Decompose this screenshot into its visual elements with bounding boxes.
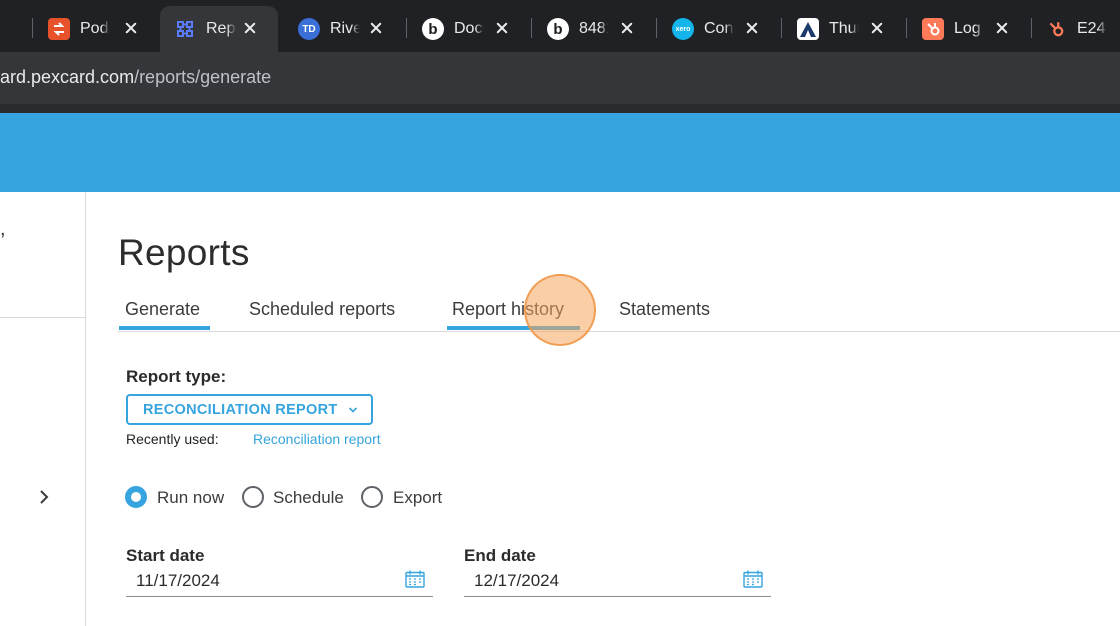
- close-tab-icon[interactable]: [240, 18, 260, 38]
- tab-title: 8481: [579, 20, 609, 37]
- td-favicon-icon: TD: [298, 18, 320, 40]
- app-header: [0, 113, 1120, 192]
- tab-statements[interactable]: Statements: [619, 299, 710, 320]
- browser-tab-8481[interactable]: b 8481: [533, 6, 655, 52]
- sidebar: ,: [0, 192, 86, 626]
- tab-title: Cont: [704, 20, 734, 37]
- hubspot-favicon-icon: [922, 18, 944, 40]
- chevron-down-icon: [348, 406, 357, 413]
- end-date-label: End date: [464, 546, 536, 565]
- end-date-field[interactable]: 12/17/2024: [464, 568, 771, 597]
- tab-separator: [781, 18, 782, 38]
- close-tab-icon[interactable]: [366, 18, 386, 38]
- export-radio[interactable]: [361, 486, 383, 508]
- close-tab-icon[interactable]: [742, 18, 762, 38]
- tab-title: Docu: [454, 20, 484, 37]
- url-host: ard.pexcard.com: [0, 67, 135, 87]
- b-favicon-icon: b: [547, 18, 569, 40]
- close-tab-icon[interactable]: [121, 18, 141, 38]
- tab-generate[interactable]: Generate: [125, 299, 200, 320]
- active-tab-underline: [119, 326, 210, 330]
- tab-separator: [32, 18, 33, 38]
- start-date-label: Start date: [126, 546, 205, 565]
- browser-tab-docu[interactable]: b Docu: [408, 6, 530, 52]
- browser-tab-login[interactable]: Log i: [908, 6, 1030, 52]
- tab-title: Repo: [206, 20, 236, 37]
- tab-separator: [1031, 18, 1032, 38]
- b-favicon-icon: b: [422, 18, 444, 40]
- report-type-value: RECONCILIATION REPORT: [143, 401, 338, 418]
- close-tab-icon[interactable]: [492, 18, 512, 38]
- sidebar-text-fragment: ,: [0, 218, 6, 240]
- tab-separator: [531, 18, 532, 38]
- schedule-radio[interactable]: [242, 486, 264, 508]
- recently-used-label: Recently used:: [126, 431, 219, 447]
- run-now-label[interactable]: Run now: [157, 488, 224, 508]
- browser-tab-river[interactable]: TD River: [284, 6, 404, 52]
- calendar-icon[interactable]: [743, 570, 763, 588]
- close-tab-icon[interactable]: [867, 18, 887, 38]
- hubspot-favicon-icon: [1045, 18, 1067, 40]
- browser-tab-strip: Pod Repo TD River b Docu b 8481 xero Con…: [0, 0, 1120, 52]
- browser-tab-thur[interactable]: Thur: [783, 6, 905, 52]
- tab-title: Log i: [954, 20, 984, 37]
- reports-tabs: Generate Scheduled reports Report histor…: [118, 290, 1120, 332]
- tab-title: Thur: [829, 20, 859, 37]
- export-label[interactable]: Export: [393, 488, 442, 508]
- report-type-label: Report type:: [126, 367, 227, 386]
- schedule-label[interactable]: Schedule: [273, 488, 344, 508]
- sidebar-divider: [0, 317, 86, 318]
- close-tab-icon[interactable]: [992, 18, 1012, 38]
- chevron-right-icon[interactable]: [36, 489, 52, 505]
- page-title: Reports: [118, 232, 250, 273]
- report-type-select[interactable]: RECONCILIATION REPORT: [126, 394, 373, 425]
- bookmarks-strip: [0, 104, 1120, 113]
- address-bar[interactable]: ard.pexcard.com/reports/generate: [0, 52, 1120, 104]
- tab-title: River: [330, 20, 360, 37]
- recently-used-link[interactable]: Reconciliation report: [253, 431, 381, 447]
- run-now-radio[interactable]: [125, 486, 147, 508]
- click-highlight: [524, 274, 596, 346]
- calendar-icon[interactable]: [405, 570, 425, 588]
- tab-separator: [406, 18, 407, 38]
- tab-scheduled-reports[interactable]: Scheduled reports: [249, 299, 395, 320]
- browser-tab-cont[interactable]: xero Cont: [658, 6, 780, 52]
- mountain-favicon-icon: [797, 18, 819, 40]
- url-path: /reports/generate: [134, 67, 272, 87]
- reports-favicon-icon: [174, 18, 196, 40]
- start-date-field[interactable]: 11/17/2024: [126, 568, 433, 597]
- tab-separator: [906, 18, 907, 38]
- pod-favicon-icon: [48, 18, 70, 40]
- end-date-value: 12/17/2024: [474, 571, 560, 590]
- xero-favicon-icon: xero: [672, 18, 694, 40]
- tab-separator: [656, 18, 657, 38]
- tab-title: E241: [1077, 20, 1107, 37]
- browser-tab-reports[interactable]: Repo: [160, 6, 278, 52]
- url-text[interactable]: ard.pexcard.com/reports/generate: [0, 67, 271, 88]
- close-tab-icon[interactable]: [617, 18, 637, 38]
- browser-tab-e241[interactable]: E241: [1033, 6, 1120, 52]
- browser-tab-pod[interactable]: Pod: [34, 6, 159, 52]
- tab-title: Pod: [80, 20, 109, 37]
- start-date-value: 11/17/2024: [136, 571, 220, 590]
